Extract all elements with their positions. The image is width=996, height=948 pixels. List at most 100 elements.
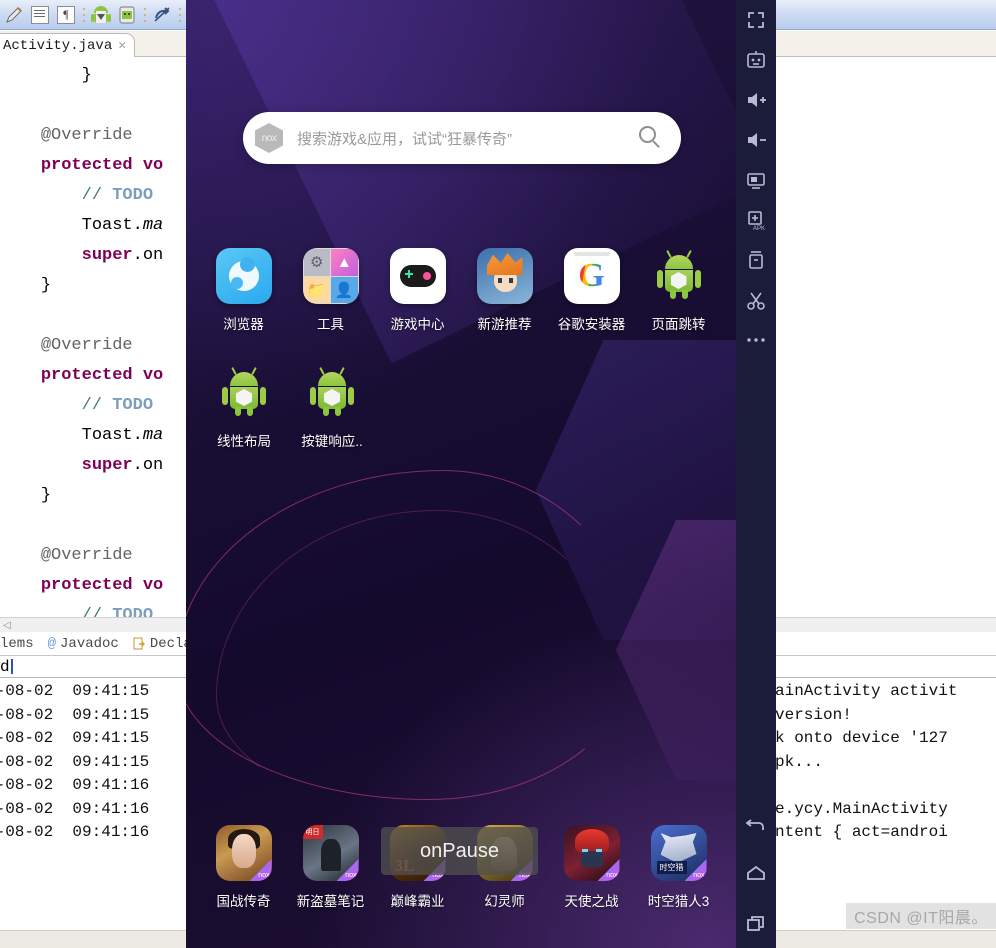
log-line: e.ycy.MainActivity xyxy=(775,799,948,818)
app-row-1: 浏览器 ⚙ ▲ 📁 👤 工具 游戏中心 新游推荐 G 谷歌安装器 页面跳转 xyxy=(186,248,736,333)
scroll-left-icon[interactable]: ◁ xyxy=(0,620,11,631)
tab-javadoc[interactable]: @ Javadoc xyxy=(48,636,119,652)
code-token: TODO xyxy=(112,186,154,205)
dock-app-item[interactable]: 时空猎 nox 时空猎人3 xyxy=(635,825,722,910)
app-item[interactable]: 游戏中心 xyxy=(374,248,461,333)
outline-icon[interactable] xyxy=(28,3,52,27)
dock-app-item[interactable]: nox 国战传奇 xyxy=(200,825,287,910)
log-line: k onto device '127 xyxy=(775,729,948,747)
at-icon: @ xyxy=(47,635,57,652)
app-label: 时空猎人3 xyxy=(647,894,710,909)
search-placeholder: 搜索游戏&应用，试试“狂暴传奇” xyxy=(297,130,512,148)
app-item[interactable]: 浏览器 xyxy=(200,248,287,333)
code-token: super xyxy=(81,456,133,475)
apk-install-icon[interactable]: APK xyxy=(736,200,776,240)
app-label: 按键响应.. xyxy=(301,434,363,449)
code-token: protected vo xyxy=(40,366,164,385)
emulator-screen[interactable]: nox 搜索游戏&应用，试试“狂暴传奇” 浏览器 ⚙ ▲ 📁 👤 工具 游戏中心 新游推荐 G 谷… xyxy=(186,0,736,948)
game-tianshi-icon: nox xyxy=(563,825,620,881)
app-item[interactable]: G 谷歌安装器 xyxy=(548,248,635,333)
code-token: // xyxy=(81,606,113,617)
code-token: protected vo xyxy=(40,576,164,595)
app-item[interactable]: 新游推荐 xyxy=(461,248,548,333)
android-download-icon[interactable] xyxy=(89,3,113,27)
back-icon[interactable] xyxy=(736,798,776,848)
toolbar-separator xyxy=(141,4,148,26)
fullscreen-icon[interactable] xyxy=(736,0,776,40)
code-token: } xyxy=(40,486,52,505)
volume-up-icon[interactable] xyxy=(736,80,776,120)
app-item[interactable]: ⚙ ▲ 📁 👤 工具 xyxy=(287,248,374,333)
text-cursor xyxy=(10,659,13,674)
code-token: protected vo xyxy=(40,156,164,175)
nox-logo-icon: nox xyxy=(255,123,283,153)
android-device-icon[interactable] xyxy=(115,3,139,27)
log-line: ntent { act=androi xyxy=(775,823,948,841)
paragraph-icon[interactable]: ¶ xyxy=(54,3,78,27)
home-icon[interactable] xyxy=(736,848,776,898)
app-item[interactable]: 按键响应.. xyxy=(288,365,376,450)
archive-icon[interactable] xyxy=(736,240,776,280)
dock-app-item[interactable]: nox 天使之战 xyxy=(548,825,635,910)
console-log-left: 2-08-02 09:41:15 2-08-02 09:41:15 2-08-02 … xyxy=(0,680,149,845)
console-log-right: ainActivity activit version! k onto device… xyxy=(775,680,957,845)
editor-tab-activity-java[interactable]: Activity.java ✕ xyxy=(0,33,136,57)
code-token: @Override xyxy=(40,126,133,145)
app-grid: 浏览器 ⚙ ▲ 📁 👤 工具 游戏中心 新游推荐 G 谷歌安装器 页面跳转 线性布局 按键响应.. xyxy=(186,248,736,482)
emulator-sidebar: APK xyxy=(736,0,776,948)
more-icon[interactable] xyxy=(736,320,776,360)
svg-text:APK: APK xyxy=(753,226,765,231)
dock-app-item[interactable]: 明日 nox 新盗墓笔记 xyxy=(287,825,374,910)
code-token: } xyxy=(81,66,92,85)
log-line: pk... xyxy=(775,752,824,771)
scissors-icon[interactable] xyxy=(736,280,776,320)
app-item[interactable]: 线性布局 xyxy=(200,365,288,450)
android-icon xyxy=(216,365,272,421)
close-icon[interactable]: ✕ xyxy=(118,38,126,53)
code-token: .on xyxy=(132,246,164,265)
app-label: 游戏中心 xyxy=(390,317,445,332)
gamepad-icon xyxy=(389,248,446,304)
nox-badge-icon: nox xyxy=(684,859,707,881)
app-item[interactable]: 页面跳转 xyxy=(635,248,722,333)
app-label: 浏览器 xyxy=(223,317,264,332)
new-game-icon xyxy=(476,248,533,304)
code-token: ma xyxy=(142,426,164,445)
declaration-icon xyxy=(133,637,146,650)
app-label: 幻灵师 xyxy=(484,894,525,909)
code-token: @Override xyxy=(40,546,133,565)
log-line: 2-08-02 09:41:16 xyxy=(0,799,150,818)
code-token: // xyxy=(81,396,113,415)
app-label: 页面跳转 xyxy=(651,317,706,332)
app-label: 新盗墓笔记 xyxy=(296,894,365,909)
pencil-icon[interactable] xyxy=(2,3,26,27)
app-label: 巅峰霸业 xyxy=(390,894,445,909)
app-label: 线性布局 xyxy=(217,434,271,449)
magnifier-icon[interactable] xyxy=(639,126,663,150)
tools-folder-icon: ⚙ ▲ 📁 👤 xyxy=(302,248,359,304)
code-token: } xyxy=(40,276,52,295)
search-bar[interactable]: nox 搜索游戏&应用，试试“狂暴传奇” xyxy=(243,112,681,164)
log-line: ainActivity activit xyxy=(775,682,958,700)
code-token: super xyxy=(81,246,133,265)
robot-icon[interactable] xyxy=(736,40,776,80)
log-line: 2-08-02 09:41:16 xyxy=(0,776,150,794)
log-line: 2-08-02 09:41:15 xyxy=(0,729,150,747)
volume-down-icon[interactable] xyxy=(736,120,776,160)
log-line: 2-08-02 09:41:15 xyxy=(0,752,150,771)
console-tab-label: Javadoc xyxy=(60,635,119,652)
code-token: // xyxy=(81,186,113,205)
log-line: 2-08-02 09:41:15 xyxy=(0,705,150,724)
no-sync-icon[interactable] xyxy=(150,3,174,27)
recents-icon[interactable] xyxy=(736,898,776,948)
tab-problems[interactable]: lems xyxy=(0,636,34,652)
log-line: 2-08-02 09:41:16 xyxy=(0,823,150,841)
toast-text: onPause xyxy=(420,839,499,862)
google-icon: G xyxy=(563,248,620,304)
app-label: 工具 xyxy=(317,317,344,332)
screenshot-icon[interactable] xyxy=(736,160,776,200)
app-label: 新游推荐 xyxy=(477,317,532,332)
browser-icon xyxy=(215,248,272,304)
app-label: 国战传奇 xyxy=(216,894,271,909)
